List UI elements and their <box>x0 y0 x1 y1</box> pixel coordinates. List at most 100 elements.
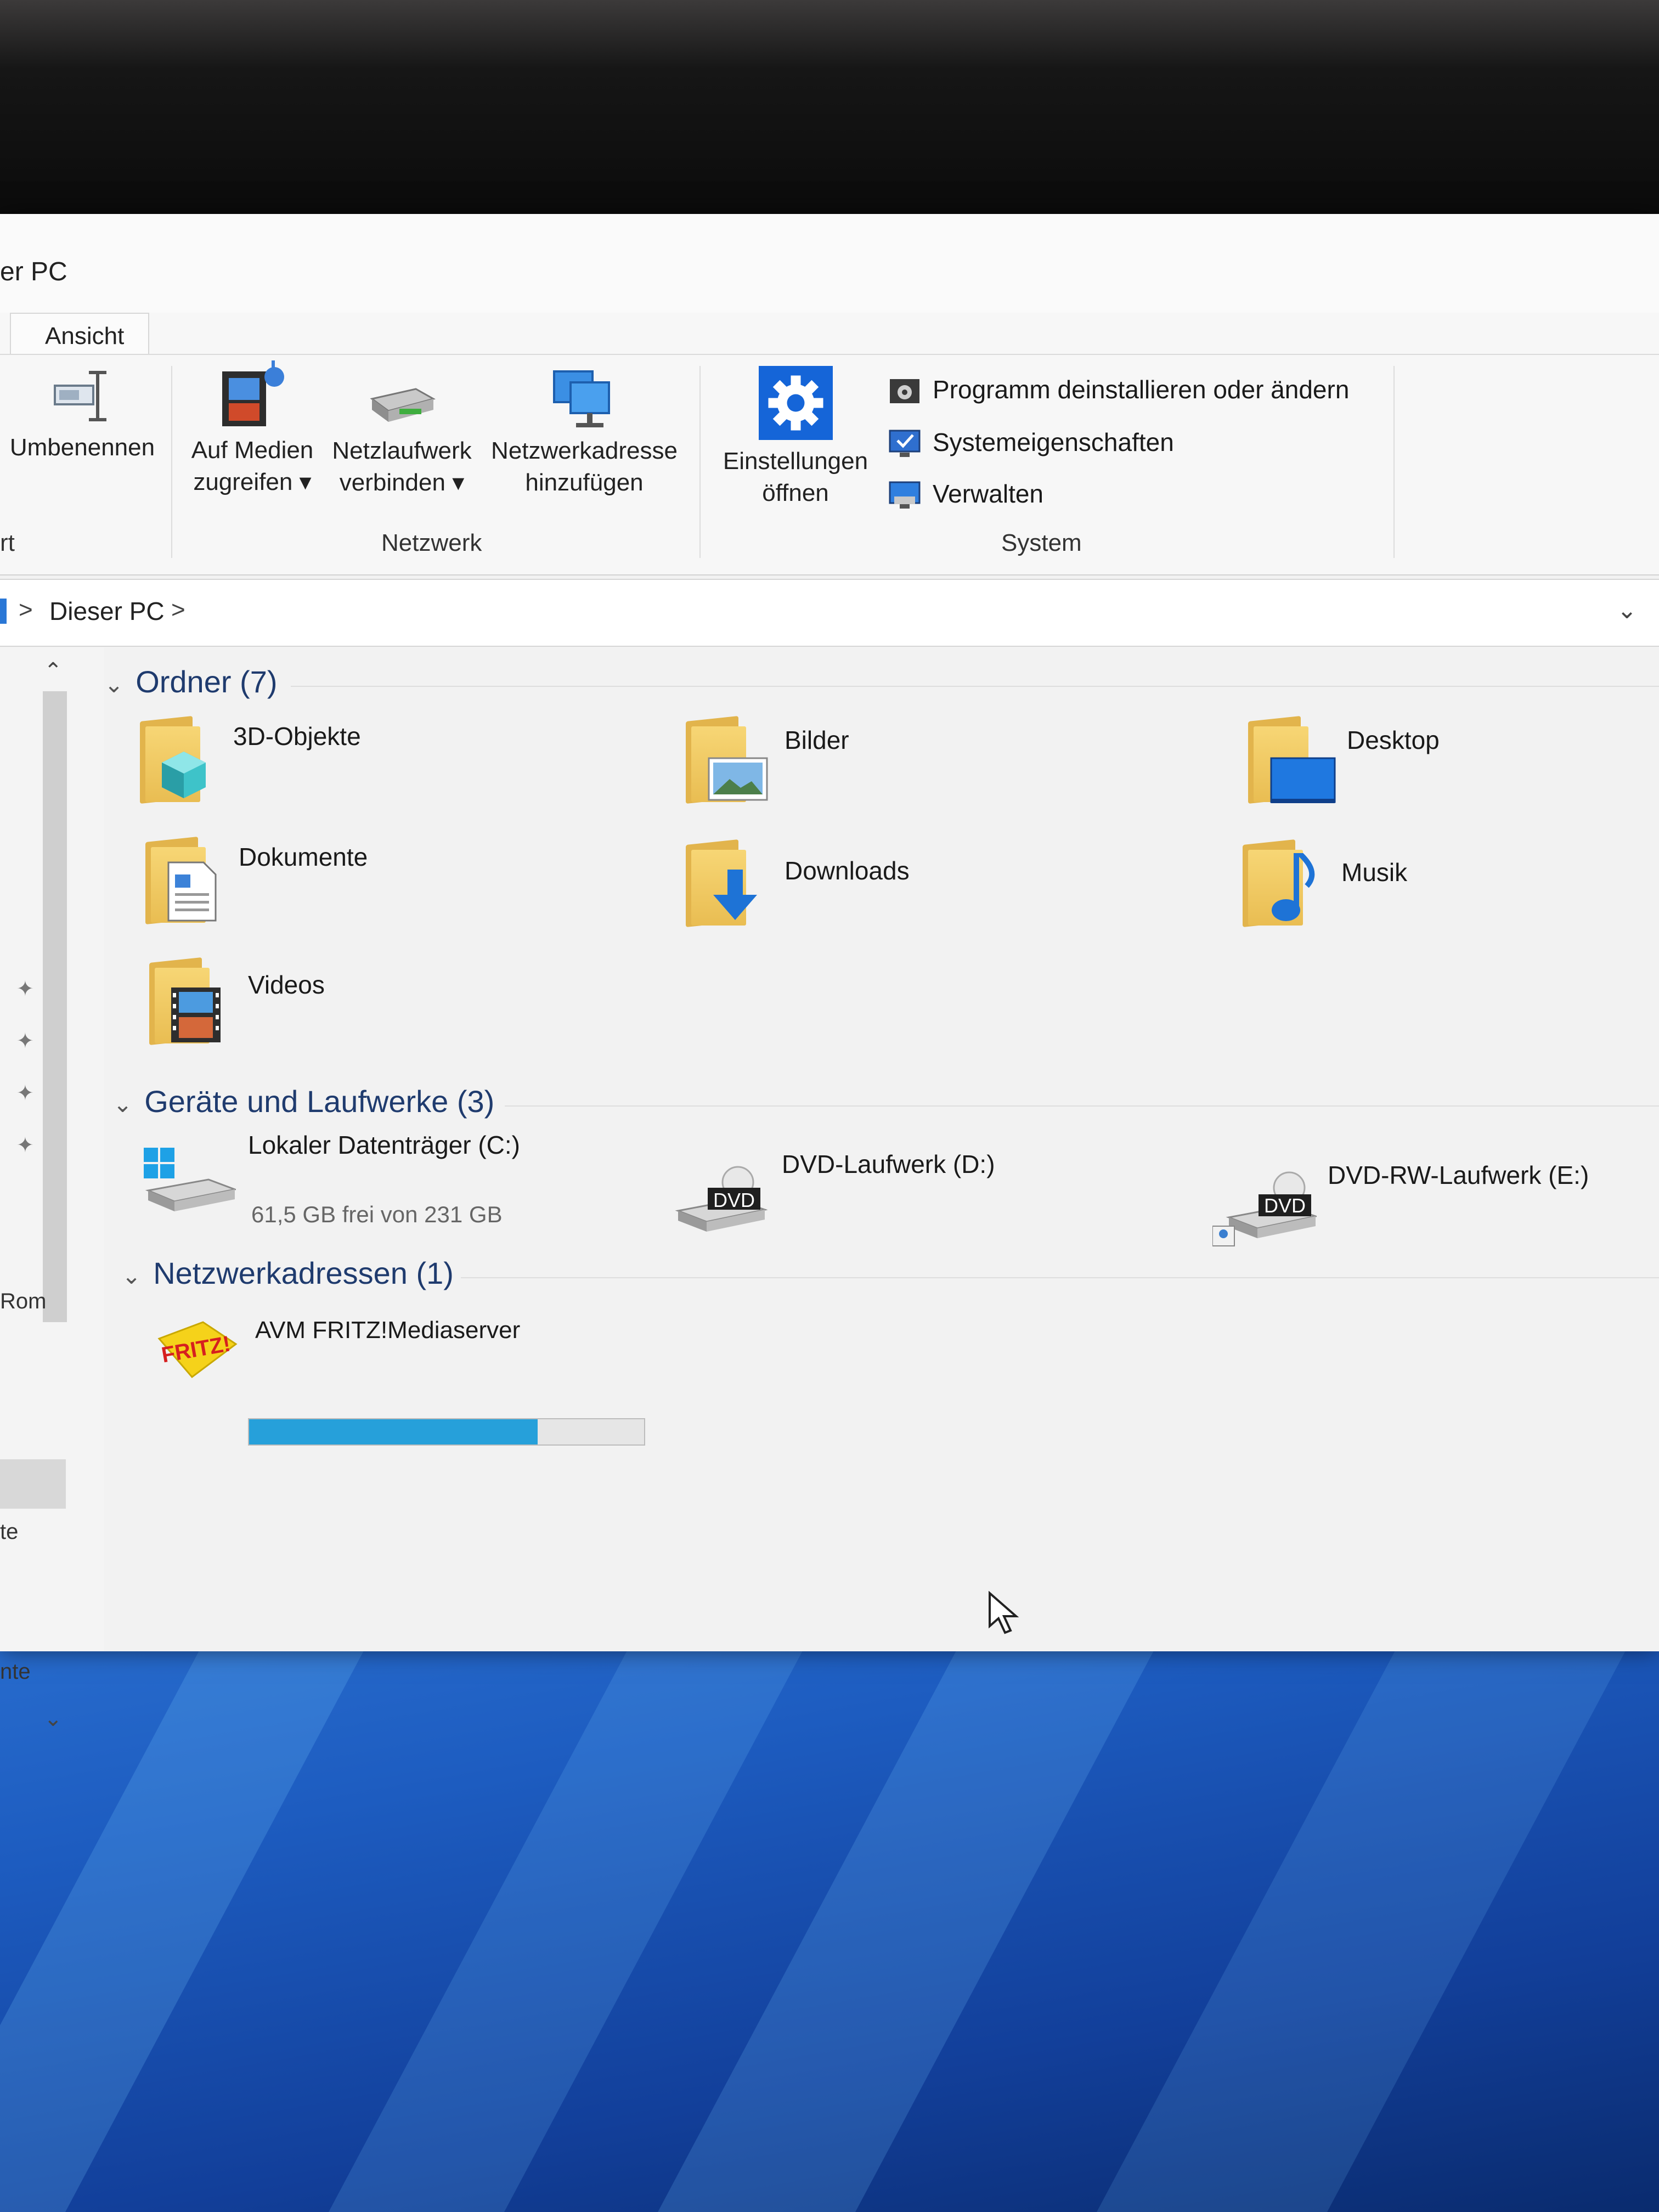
drive-d[interactable]: DVD DVD-Laufwerk (D:) <box>675 1149 1169 1237</box>
add-location-line1: Netzwerkadresse <box>491 437 678 464</box>
add-location-line2: hinzufügen <box>525 469 644 496</box>
folder-musik[interactable]: Musik <box>1243 839 1649 941</box>
drive-e[interactable]: DVD DVD-RW-Laufwerk (E:) <box>1212 1160 1657 1259</box>
vertical-scrollbar[interactable] <box>43 691 67 1322</box>
section-header-folders[interactable]: ⌄ Ordner (7) <box>104 664 278 699</box>
section-title-folders: Ordner (7) <box>136 664 278 699</box>
section-header-devices[interactable]: ⌄ Geräte und Laufwerke (3) <box>113 1084 494 1119</box>
3d-objects-icon <box>140 715 211 804</box>
nav-item[interactable]: nte <box>0 1660 31 1684</box>
network-location-icon <box>549 366 620 430</box>
scroll-down-icon[interactable]: ⌄ <box>44 1706 63 1731</box>
rename-button[interactable]: Umbenennen <box>0 366 165 464</box>
content-pane: ⌄ Ordner (7) 3D-Objekte Bilder Desktop D… <box>104 647 1659 1651</box>
drive-label: Lokaler Datenträger (C:) <box>248 1131 520 1159</box>
add-network-location-button[interactable]: Netzwerkadresse hinzufügen <box>483 366 686 499</box>
manage-link[interactable]: Verwalten <box>889 476 1163 514</box>
pictures-icon <box>686 715 768 804</box>
documents-icon <box>145 836 217 925</box>
breadcrumb-chevron[interactable]: > <box>171 596 185 624</box>
settings-line2: öffnen <box>762 479 829 506</box>
windows-drive-icon <box>143 1147 238 1215</box>
collapse-chevron-icon: ⌄ <box>122 1263 142 1289</box>
videos-icon <box>149 957 221 1046</box>
desktop-background <box>0 1591 1659 2212</box>
section-header-network[interactable]: ⌄ Netzwerkadressen (1) <box>122 1255 454 1291</box>
title-bar: er PC <box>0 214 1659 313</box>
manage-label: Verwalten <box>933 479 1044 508</box>
map-drive-line1: Netzlaufwerk <box>332 437 472 464</box>
map-drive-line2: verbinden ▾ <box>339 469 465 496</box>
breadcrumb-dieser-pc[interactable]: Dieser PC <box>49 596 165 626</box>
map-network-drive-button[interactable]: Netzlaufwerk verbinden ▾ <box>324 377 480 499</box>
navigation-pane: ⌃ ✦ ✦ ✦ ✦ Rom te nte ⌄ <box>0 647 104 1731</box>
section-title-devices: Geräte und Laufwerke (3) <box>144 1084 495 1119</box>
access-media-line1: Auf Medien <box>191 437 314 464</box>
drive-usage-fill <box>249 1419 538 1444</box>
open-settings-button[interactable]: Einstellungen öffnen <box>708 366 883 509</box>
drive-free-space: 61,5 GB frei von 231 GB <box>251 1201 503 1227</box>
desktop-icon <box>1248 715 1336 804</box>
settings-gear-icon <box>758 366 833 440</box>
address-dropdown-icon[interactable]: ⌄ <box>1617 596 1637 624</box>
uninstall-label: Programm deinstallieren oder ändern <box>933 375 1350 404</box>
folder-videos[interactable]: Videos <box>149 957 643 1059</box>
collapse-chevron-icon: ⌄ <box>104 672 124 697</box>
tab-ansicht[interactable]: Ansicht <box>10 313 149 355</box>
fritz-logo-icon: FRITZ! <box>148 1317 241 1383</box>
ribbon: Umbenennen rt Auf Medien zugreifen ▾ Net… <box>0 354 1659 575</box>
tab-ansicht-label: Ansicht <box>45 323 125 349</box>
monitor-bezel <box>0 0 1659 230</box>
manage-icon <box>889 480 921 510</box>
drive-label: DVD-RW-Laufwerk (E:) <box>1328 1161 1589 1189</box>
settings-line1: Einstellungen <box>723 448 868 475</box>
dvd-rw-drive-icon: DVD <box>1212 1171 1319 1251</box>
nav-item[interactable]: te <box>0 1520 18 1544</box>
folder-label: Videos <box>248 970 325 999</box>
system-properties-link[interactable]: Systemeigenschaften <box>889 424 1273 462</box>
system-properties-label: Systemeigenschaften <box>933 428 1174 456</box>
pin-icon: ✦ <box>16 1134 34 1157</box>
downloads-icon <box>686 839 757 928</box>
access-media-line2: zugreifen ▾ <box>193 469 312 495</box>
folder-bilder[interactable]: Bilder <box>686 715 1180 817</box>
group-label-system: System <box>1001 529 1082 556</box>
folder-downloads[interactable]: Downloads <box>686 839 1180 941</box>
system-properties-icon <box>889 428 921 458</box>
group-label-network: Netzwerk <box>381 529 482 556</box>
uninstall-icon <box>889 376 921 405</box>
file-explorer-window: er PC Ansicht Umbenennen rt Auf Medien z… <box>0 214 1659 1731</box>
group-label-partial: rt <box>0 529 15 556</box>
folder-3d-objekte[interactable]: 3D-Objekte <box>140 715 634 817</box>
dvd-badge: DVD <box>713 1189 755 1211</box>
nav-selected-item[interactable] <box>0 1459 66 1509</box>
folder-label: Musik <box>1341 858 1408 887</box>
ribbon-tabs: Ansicht <box>0 313 1659 355</box>
folder-desktop[interactable]: Desktop <box>1248 715 1654 817</box>
folder-label: 3D-Objekte <box>233 722 361 751</box>
music-icon <box>1243 839 1315 928</box>
dvd-drive-icon: DVD <box>675 1166 768 1234</box>
dvd-badge: DVD <box>1264 1194 1306 1217</box>
pc-icon <box>0 599 7 624</box>
folder-label: Desktop <box>1347 726 1440 754</box>
pin-icon: ✦ <box>16 1030 34 1053</box>
access-media-button[interactable]: Auf Medien zugreifen ▾ <box>184 360 321 498</box>
network-fritz-mediaserver[interactable]: FRITZ! AVM FRITZ!Mediaserver <box>148 1311 642 1393</box>
uninstall-program-link[interactable]: Programm deinstallieren oder ändern <box>889 371 1437 410</box>
drive-usage-bar <box>248 1418 645 1446</box>
collapse-chevron-icon: ⌄ <box>113 1091 133 1117</box>
folder-dokumente[interactable]: Dokumente <box>145 836 639 938</box>
rename-label: Umbenennen <box>9 434 155 461</box>
breadcrumb-separator: > <box>19 596 33 623</box>
nav-item[interactable]: Rom <box>0 1289 46 1314</box>
folder-label: Downloads <box>785 856 910 885</box>
folder-label: Bilder <box>785 726 849 754</box>
scroll-up-icon[interactable]: ⌃ <box>44 658 63 684</box>
rename-icon <box>49 366 115 426</box>
pin-icon: ✦ <box>16 978 34 1001</box>
address-bar[interactable]: > Dieser PC > ⌄ <box>0 579 1659 647</box>
media-icon <box>217 360 288 429</box>
drive-label: DVD-Laufwerk (D:) <box>782 1150 995 1178</box>
section-title-network: Netzwerkadressen (1) <box>153 1256 454 1290</box>
